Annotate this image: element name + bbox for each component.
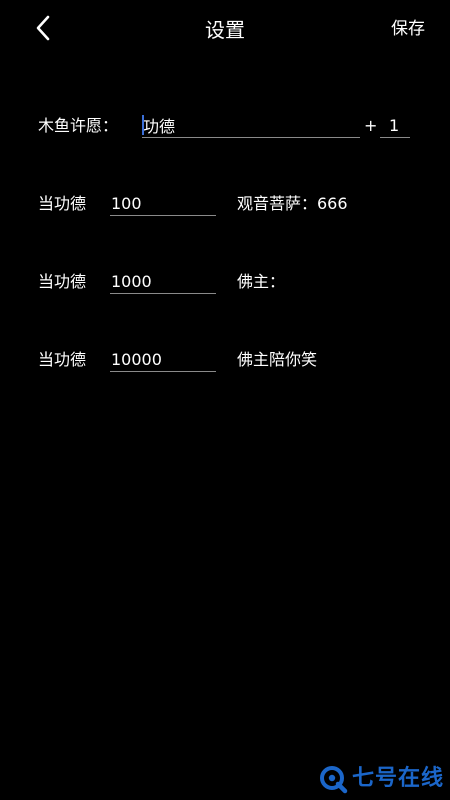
page-title: 设置 bbox=[205, 18, 245, 42]
rule-2-threshold-input[interactable] bbox=[110, 270, 216, 292]
plus-label: + bbox=[364, 116, 378, 135]
rule-2-threshold-field[interactable] bbox=[110, 270, 216, 294]
rule-3-threshold-field[interactable] bbox=[110, 348, 216, 372]
increment-field[interactable] bbox=[380, 114, 410, 138]
search-q-logo-icon bbox=[318, 764, 348, 794]
rule-2-message: 佛主： bbox=[237, 272, 286, 291]
top-bar: 设置 保存 bbox=[0, 0, 450, 60]
rule-3-label: 当功德 bbox=[38, 350, 87, 369]
rule-3-threshold-input[interactable] bbox=[110, 348, 216, 370]
rule-1-threshold-field[interactable] bbox=[110, 192, 216, 216]
wish-text-input[interactable] bbox=[142, 114, 360, 136]
wish-text-field[interactable] bbox=[142, 114, 360, 138]
wish-label: 木鱼许愿： bbox=[38, 116, 119, 135]
rule-1-label: 当功德 bbox=[38, 194, 87, 213]
rule-1-message: 观音菩萨：666 bbox=[237, 194, 348, 213]
increment-input[interactable] bbox=[380, 114, 410, 136]
save-button[interactable]: 保存 bbox=[391, 17, 425, 41]
rule-1-threshold-input[interactable] bbox=[110, 192, 216, 214]
rule-2-label: 当功德 bbox=[38, 272, 87, 291]
watermark: 七号在线 bbox=[318, 762, 444, 796]
rule-3-message: 佛主陪你笑 bbox=[237, 350, 318, 369]
text-cursor bbox=[142, 115, 144, 135]
watermark-text: 七号在线 bbox=[351, 766, 444, 791]
